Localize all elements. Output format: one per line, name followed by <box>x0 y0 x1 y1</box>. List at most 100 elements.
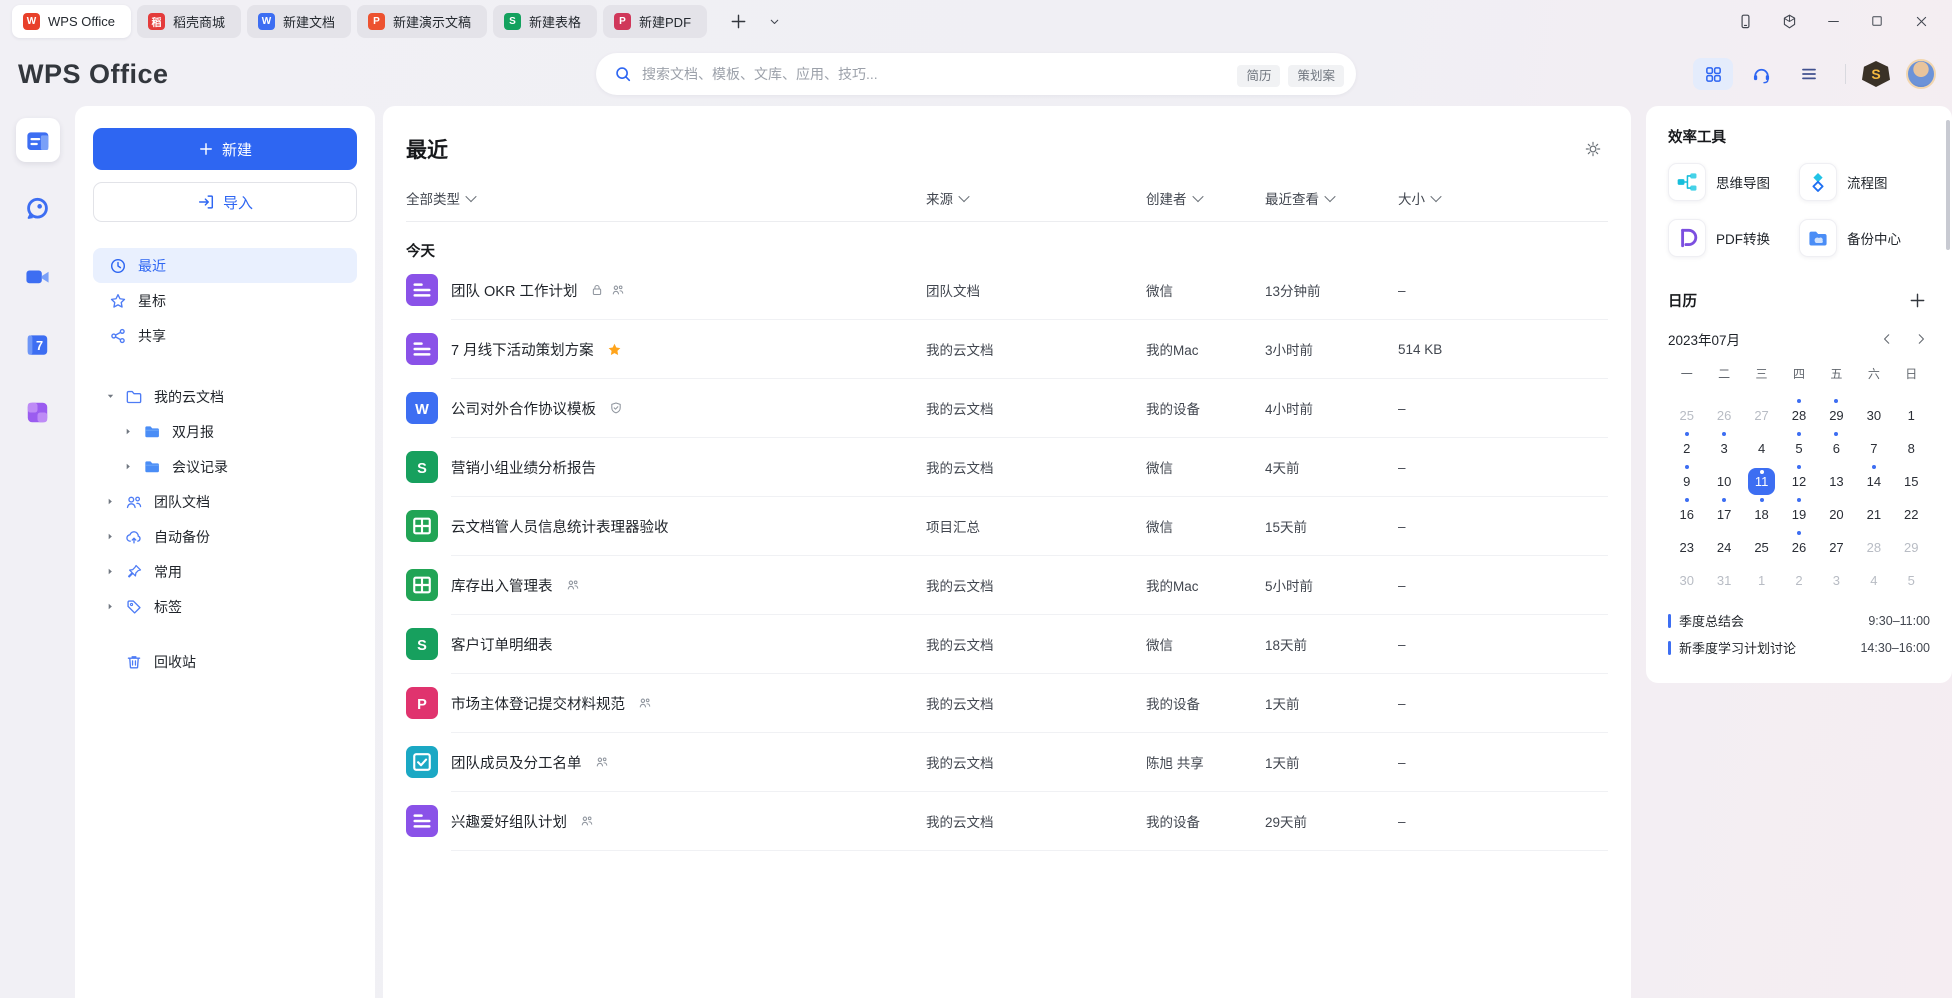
calendar-day[interactable]: 17 <box>1705 498 1742 531</box>
efficiency-tool[interactable]: 备份中心 <box>1799 219 1930 257</box>
list-settings-button[interactable] <box>1578 134 1608 164</box>
calendar-day[interactable]: 27 <box>1743 399 1780 432</box>
file-row[interactable]: 7 月线下活动策划方案 我的云文档 我的Mac 3小时前 514 KB <box>406 320 1608 378</box>
maximize-button[interactable] <box>1862 6 1892 36</box>
calendar-day[interactable]: 4 <box>1743 432 1780 465</box>
menu-button[interactable] <box>1789 58 1829 90</box>
calendar-day[interactable]: 1 <box>1893 399 1930 432</box>
sidebar-tree-item[interactable]: 标签 <box>93 589 357 624</box>
calendar-day[interactable]: 29 <box>1818 399 1855 432</box>
rail-item-chat[interactable] <box>16 186 60 230</box>
file-row[interactable]: 团队 OKR 工作计划 团队文档 微信 13分钟前 – <box>406 261 1608 319</box>
sidebar-tree-item[interactable]: 自动备份 <box>93 519 357 554</box>
sidebar-item-clock[interactable]: 最近 <box>93 248 357 283</box>
rail-item-documents[interactable] <box>16 118 60 162</box>
calendar-day[interactable]: 10 <box>1705 465 1742 498</box>
calendar-day[interactable]: 3 <box>1705 432 1742 465</box>
calendar-day[interactable]: 26 <box>1780 531 1817 564</box>
file-row[interactable]: 云文档管人员信息统计表理器验收 项目汇总 微信 15天前 – <box>406 497 1608 555</box>
calendar-day[interactable]: 21 <box>1855 498 1892 531</box>
calendar-day[interactable]: 20 <box>1818 498 1855 531</box>
calendar-day[interactable]: 26 <box>1705 399 1742 432</box>
calendar-day[interactable]: 24 <box>1705 531 1742 564</box>
efficiency-tool[interactable]: PDF转换 <box>1668 219 1799 257</box>
calendar-day[interactable]: 8 <box>1893 432 1930 465</box>
import-button[interactable]: 导入 <box>93 182 357 222</box>
expand-arrow-icon[interactable] <box>103 567 117 576</box>
app-tab[interactable]: S 新建表格 <box>493 5 597 38</box>
expand-arrow-icon[interactable] <box>103 392 117 401</box>
membership-badge[interactable]: S <box>1862 61 1890 87</box>
calendar-day[interactable]: 30 <box>1668 564 1705 597</box>
add-event-button[interactable] <box>1904 287 1930 313</box>
calendar-day[interactable]: 9 <box>1668 465 1705 498</box>
user-avatar[interactable] <box>1906 59 1936 89</box>
calendar-day[interactable]: 11 <box>1743 465 1780 498</box>
scrollbar-thumb[interactable] <box>1946 120 1950 250</box>
calendar-day[interactable]: 2 <box>1668 432 1705 465</box>
file-row[interactable]: P 市场主体登记提交材料规范 我的云文档 我的设备 1天前 – <box>406 674 1608 732</box>
filter-dropdown[interactable]: 大小 <box>1398 188 1440 208</box>
file-row[interactable]: W 公司对外合作协议模板 我的云文档 我的设备 4小时前 – <box>406 379 1608 437</box>
sidebar-tree-item[interactable]: 常用 <box>93 554 357 589</box>
app-tab[interactable]: W 新建文档 <box>247 5 351 38</box>
calendar-day[interactable]: 3 <box>1818 564 1855 597</box>
rail-item-apps[interactable] <box>16 390 60 434</box>
schedule-event[interactable]: 季度总结会 9:30–11:00 <box>1668 607 1930 634</box>
calendar-day[interactable]: 13 <box>1818 465 1855 498</box>
expand-arrow-icon[interactable] <box>103 602 117 611</box>
calendar-day[interactable]: 23 <box>1668 531 1705 564</box>
workspace-button[interactable] <box>1774 6 1804 36</box>
calendar-day[interactable]: 19 <box>1780 498 1817 531</box>
sidebar-tree-item[interactable]: 双月报 <box>93 414 357 449</box>
calendar-day[interactable]: 30 <box>1855 399 1892 432</box>
sidebar-tree-item[interactable]: 我的云文档 <box>93 379 357 414</box>
app-tab[interactable]: P 新建演示文稿 <box>357 5 487 38</box>
sidebar-item-trash[interactable]: 回收站 <box>93 644 357 679</box>
filter-dropdown[interactable]: 最近查看 <box>1265 188 1334 208</box>
apps-grid-button[interactable] <box>1693 58 1733 90</box>
calendar-day[interactable]: 28 <box>1780 399 1817 432</box>
sidebar-tree-item[interactable]: 会议记录 <box>93 449 357 484</box>
calendar-day[interactable]: 6 <box>1818 432 1855 465</box>
file-row[interactable]: 兴趣爱好组队计划 我的云文档 我的设备 29天前 – <box>406 792 1608 850</box>
tab-list-chevron-button[interactable] <box>761 8 787 34</box>
calendar-day[interactable]: 2 <box>1780 564 1817 597</box>
rail-item-meeting[interactable] <box>16 254 60 298</box>
close-button[interactable] <box>1906 6 1936 36</box>
new-document-button[interactable]: 新建 <box>93 128 357 170</box>
calendar-day[interactable]: 1 <box>1743 564 1780 597</box>
calendar-day[interactable]: 27 <box>1818 531 1855 564</box>
calendar-day[interactable]: 14 <box>1855 465 1892 498</box>
file-row[interactable]: S 营销小组业绩分析报告 我的云文档 微信 4天前 – <box>406 438 1608 496</box>
expand-arrow-icon[interactable] <box>121 462 135 471</box>
calendar-day[interactable]: 18 <box>1743 498 1780 531</box>
calendar-day[interactable]: 7 <box>1855 432 1892 465</box>
calendar-day[interactable]: 29 <box>1893 531 1930 564</box>
calendar-day[interactable]: 25 <box>1668 399 1705 432</box>
calendar-day[interactable]: 25 <box>1743 531 1780 564</box>
efficiency-tool[interactable]: 思维导图 <box>1668 163 1799 201</box>
filter-dropdown[interactable]: 全部类型 <box>406 188 475 208</box>
calendar-day[interactable]: 16 <box>1668 498 1705 531</box>
add-tab-button[interactable] <box>725 8 751 34</box>
filter-dropdown[interactable]: 来源 <box>926 188 968 208</box>
efficiency-tool[interactable]: 流程图 <box>1799 163 1930 201</box>
filter-dropdown[interactable]: 创建者 <box>1146 188 1202 208</box>
sidebar-tree-item[interactable]: 团队文档 <box>93 484 357 519</box>
expand-arrow-icon[interactable] <box>103 497 117 506</box>
sidebar-item-star[interactable]: 星标 <box>93 283 357 318</box>
file-row[interactable]: 库存出入管理表 我的云文档 我的Mac 5小时前 – <box>406 556 1608 614</box>
expand-arrow-icon[interactable] <box>121 427 135 436</box>
app-tab[interactable]: 稻 稻壳商城 <box>137 5 241 38</box>
search-bar[interactable]: 简历策划案 <box>596 53 1356 95</box>
mobile-button[interactable] <box>1730 6 1760 36</box>
schedule-event[interactable]: 新季度学习计划讨论 14:30–16:00 <box>1668 634 1930 661</box>
file-row[interactable]: 团队成员及分工名单 我的云文档 陈旭 共享 1天前 – <box>406 733 1608 791</box>
search-suggestion-tag[interactable]: 简历 <box>1237 65 1280 87</box>
next-month-button[interactable] <box>1912 330 1930 348</box>
expand-arrow-icon[interactable] <box>103 532 117 541</box>
search-suggestion-tag[interactable]: 策划案 <box>1288 65 1344 87</box>
file-row[interactable]: S 客户订单明细表 我的云文档 微信 18天前 – <box>406 615 1608 673</box>
calendar-day[interactable]: 28 <box>1855 531 1892 564</box>
